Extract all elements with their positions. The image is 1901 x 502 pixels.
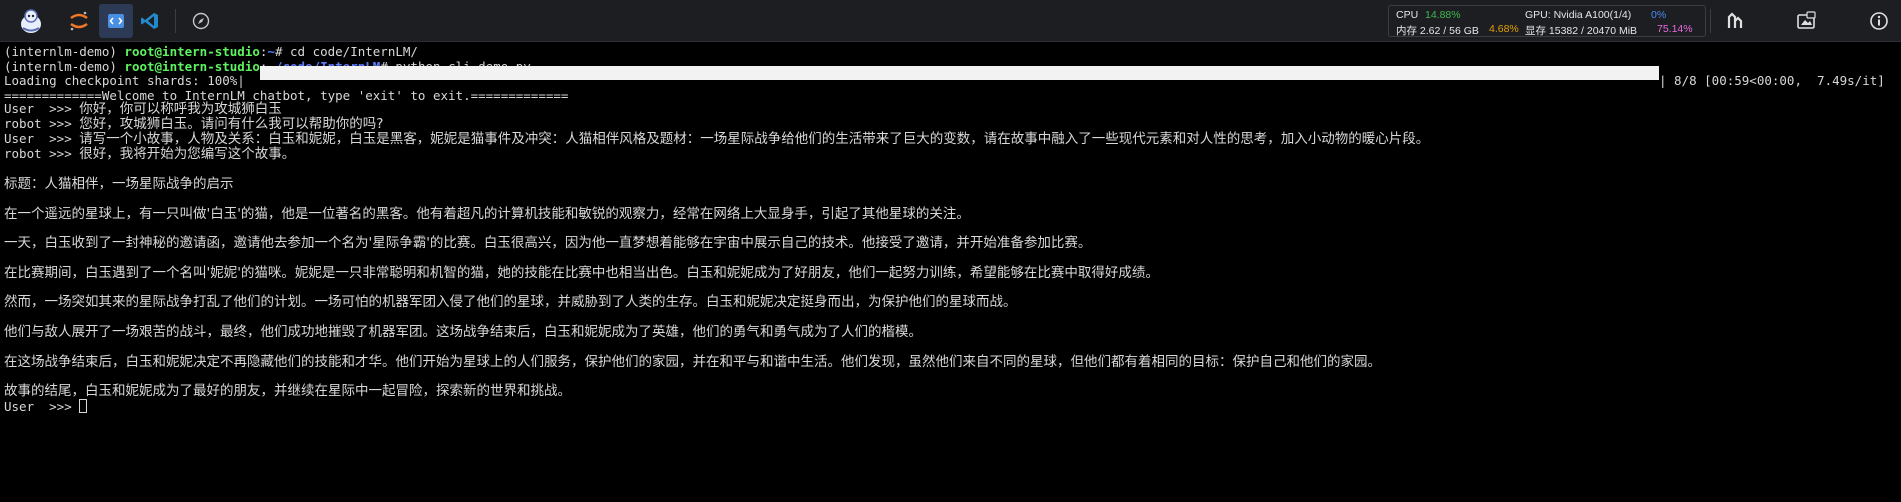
input-prompt-line[interactable]: User >>>	[4, 399, 88, 415]
user-host: root@intern-studio	[124, 59, 260, 74]
vram-label: 显存 15382 / 20470 MiB	[1525, 25, 1638, 37]
cpu-value: 14.88%	[1425, 9, 1461, 21]
jupyter-icon[interactable]	[62, 4, 96, 38]
gpu-value: 0%	[1651, 9, 1667, 21]
chat-line-user: User >>> 你好，你可以称呼我为攻城狮白玉	[4, 101, 282, 117]
story-title: 标题：人猫相伴，一场星际战争的启示	[4, 176, 234, 192]
robot-message: 您好，攻城狮白玉。请问有什么我可以帮助你的吗?	[79, 116, 384, 132]
screenshot-icon[interactable]	[1789, 4, 1823, 38]
robot-message: 很好，我将开始为您编写这个故事。	[79, 146, 296, 162]
logo-icon[interactable]	[14, 4, 48, 38]
user-host: root@intern-studio	[124, 44, 260, 59]
robot-prompt: robot >>>	[4, 116, 80, 131]
toolbar-divider	[1710, 9, 1711, 33]
story-paragraph: 故事的结尾，白玉和妮妮成为了最好的朋友，并继续在星际中一起冒险，探索新的世界和挑…	[4, 383, 571, 399]
chat-line-user: User >>> 请写一个小故事，人物及关系：白玉和妮妮，白玉是黑客，妮妮是猫事…	[4, 131, 1429, 147]
chat-line-robot: robot >>> 您好，攻城狮白玉。请问有什么我可以帮助你的吗?	[4, 116, 383, 132]
story-paragraph: 一天，白玉收到了一封神秘的邀请函，邀请他去参加一个名为'星际争霸'的比赛。白玉很…	[4, 235, 1092, 251]
mem-value: 4.68%	[1489, 23, 1519, 35]
story-paragraph: 他们与敌人展开了一场艰苦的战斗，最终，他们成功地摧毁了机器军团。这场战争结束后，…	[4, 324, 922, 340]
mem-label: 内存 2.62 / 56 GB	[1396, 25, 1479, 37]
cpu-label: CPU	[1396, 9, 1419, 21]
story-paragraph: 在这场战争结束后，白玉和妮妮决定不再隐藏他们的技能和才华。他们开始为星球上的人们…	[4, 354, 1381, 370]
code-server-icon[interactable]	[99, 4, 133, 38]
command: # cd code/InternLM/	[274, 44, 418, 59]
env-name: (internlm-demo)	[4, 59, 117, 74]
story-paragraph: 在比赛期间，白玉遇到了一个名叫'妮妮'的猫咪。妮妮是一只非常聪明和机智的猫，她的…	[4, 265, 1159, 281]
user-prompt: User >>>	[4, 399, 80, 414]
loading-stats: | 8/8 [00:59<00:00, 7.49s/it]	[1659, 73, 1885, 88]
gpu-label: GPU: Nvidia A100(1/4)	[1525, 9, 1632, 21]
loading-label: Loading checkpoint shards: 100%|	[4, 73, 245, 88]
chat-line-robot: robot >>> 很好，我将开始为您编写这个故事。	[4, 146, 295, 162]
scale-icon[interactable]	[1718, 4, 1752, 38]
loading-progress-bar	[260, 66, 1659, 80]
user-prompt: User >>>	[4, 131, 80, 146]
story-paragraph: 然而，一场突如其来的星际战争打乱了他们的计划。一场可怕的机器军团入侵了他们的星球…	[4, 294, 1017, 310]
top-toolbar: CPU 14.88% GPU: Nvidia A100(1/4) 0% 内存 2…	[0, 0, 1901, 42]
terminal-cursor	[79, 399, 88, 413]
cwd: ~	[267, 44, 275, 59]
story-paragraph: 在一个遥远的星球上，有一只叫做'白玉'的猫，他是一位著名的黑客。他有着超凡的计算…	[4, 206, 970, 222]
user-message: 你好，你可以称呼我为攻城狮白玉	[79, 101, 282, 117]
vscode-icon[interactable]	[133, 4, 167, 38]
resource-monitor: CPU 14.88% GPU: Nvidia A100(1/4) 0% 内存 2…	[1388, 5, 1706, 37]
terminal[interactable]: (internlm-demo) root@intern-studio:~# cd…	[0, 43, 1901, 502]
vram-value: 75.14%	[1657, 23, 1693, 35]
env-name: (internlm-demo)	[4, 44, 117, 59]
terminal-line: (internlm-demo) root@intern-studio:~# cd…	[4, 44, 418, 59]
user-message: 请写一个小故事，人物及关系：白玉和妮妮，白玉是黑客，妮妮是猫事件及冲突：人猫相伴…	[79, 131, 1430, 147]
toolbar-divider	[175, 9, 176, 33]
robot-prompt: robot >>>	[4, 146, 80, 161]
info-icon[interactable]	[1862, 4, 1896, 38]
user-prompt: User >>>	[4, 101, 80, 116]
compass-icon[interactable]	[184, 4, 218, 38]
